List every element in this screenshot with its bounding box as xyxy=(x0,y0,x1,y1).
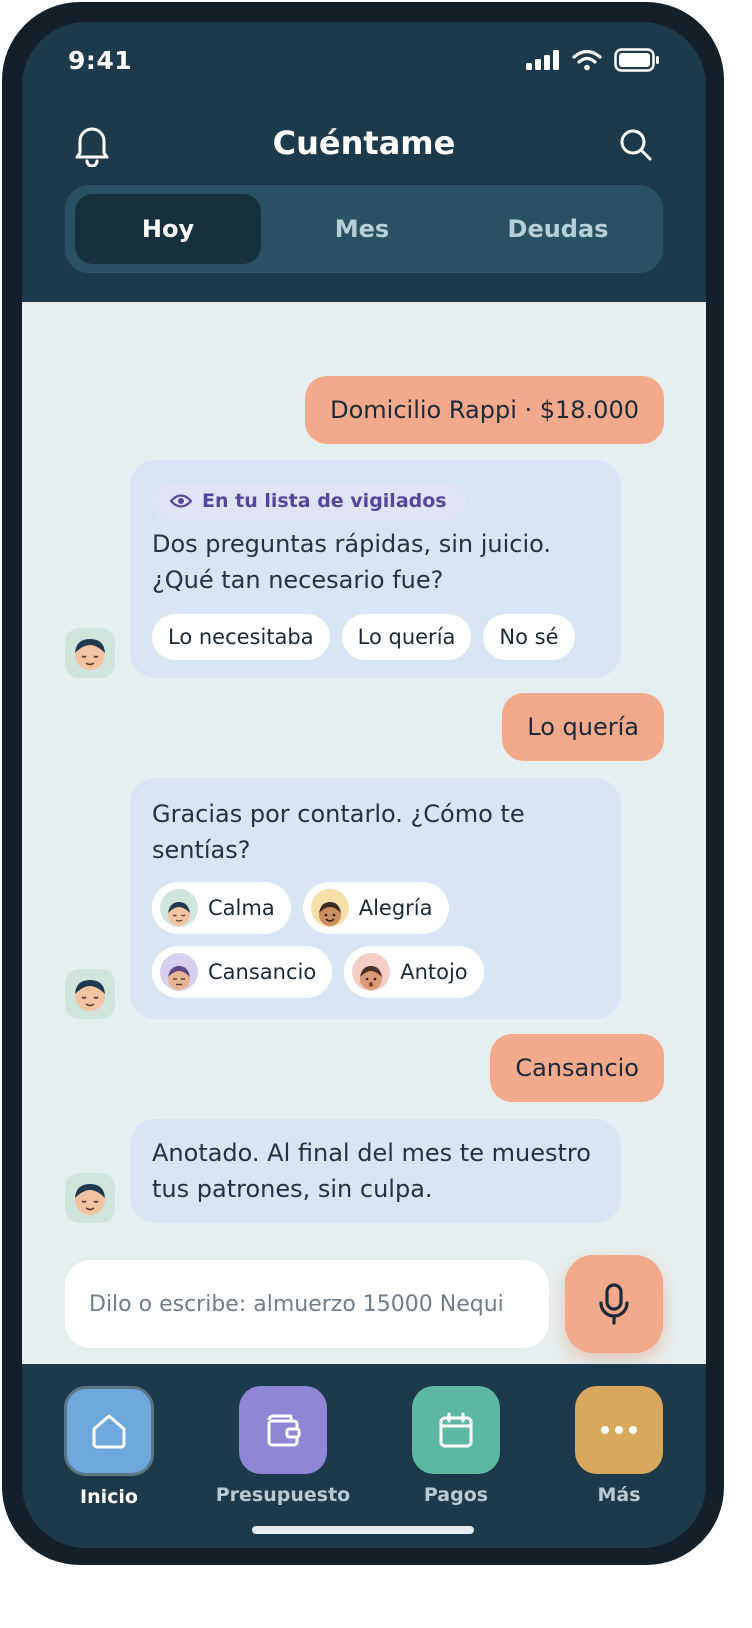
option-antojo-label: Antojo xyxy=(400,960,468,984)
bot-avatar xyxy=(65,628,115,678)
page-title: Cuéntame xyxy=(272,124,456,162)
signal-icon xyxy=(526,50,559,70)
app-header: Cuéntame xyxy=(22,102,706,192)
nav-pagos-label: Pagos xyxy=(423,1484,489,1506)
expense-input[interactable] xyxy=(87,1290,531,1318)
wifi-icon xyxy=(572,49,602,71)
status-bar: 9:41 xyxy=(22,22,706,102)
option-alegria-label: Alegría xyxy=(358,896,433,920)
nav-inicio-label: Inicio xyxy=(80,1486,138,1508)
option-no-se[interactable]: No sé xyxy=(483,614,575,660)
option-calma-label: Calma xyxy=(208,896,275,920)
bot-message-text: Gracias por contarlo. ¿Cómo te sentías? xyxy=(152,800,525,864)
calendar-icon xyxy=(439,1412,473,1448)
option-lo-queria[interactable]: Lo quería xyxy=(341,614,472,660)
user-message: Lo quería xyxy=(502,693,664,761)
home-indicator[interactable] xyxy=(252,1526,474,1534)
watchlist-label: En tu lista de vigilados xyxy=(202,490,447,512)
bot-message: Anotado. Al final del mes te muestro tus… xyxy=(130,1119,621,1223)
microphone-icon xyxy=(599,1283,629,1325)
home-icon xyxy=(92,1414,126,1449)
bot-avatar xyxy=(65,1173,115,1223)
bot-avatar xyxy=(65,969,115,1019)
nav-presupuesto-label: Presupuesto xyxy=(215,1484,351,1506)
status-icons xyxy=(526,48,660,72)
tab-hoy[interactable]: Hoy xyxy=(75,194,261,264)
option-alegria[interactable]: Alegría xyxy=(302,882,449,934)
nav-mas[interactable]: Más xyxy=(549,1386,689,1506)
mood-options: Calma Alegría Cansancio Antojo xyxy=(152,882,599,998)
user-message: Cansancio xyxy=(490,1034,664,1102)
necessity-options: Lo necesitaba Lo quería No sé xyxy=(152,614,599,660)
face-avatar-icon xyxy=(75,639,105,670)
nav-mas-button[interactable] xyxy=(575,1386,663,1474)
watchlist-badge: En tu lista de vigilados xyxy=(152,482,465,520)
period-tabs: Hoy Mes Deudas xyxy=(65,185,663,273)
battery-icon xyxy=(614,48,659,72)
mic-button[interactable] xyxy=(565,1255,663,1353)
status-time: 9:41 xyxy=(68,46,133,75)
nav-inicio[interactable]: Inicio xyxy=(39,1386,179,1508)
nav-inicio-button[interactable] xyxy=(64,1386,154,1476)
tired-face-icon xyxy=(160,953,198,991)
nav-mas-label: Más xyxy=(597,1484,641,1506)
search-button[interactable] xyxy=(613,122,659,168)
craving-face-icon xyxy=(352,953,391,991)
search-icon xyxy=(620,129,652,161)
eye-icon xyxy=(170,494,192,508)
bot-message: Gracias por contarlo. ¿Cómo te sentías? … xyxy=(130,778,621,1019)
bot-message: En tu lista de vigilados Dos preguntas r… xyxy=(130,460,621,678)
bot-message-text: Anotado. Al final del mes te muestro tus… xyxy=(152,1139,591,1203)
bottom-nav: Inicio Presupuesto Pagos Más xyxy=(22,1364,706,1548)
face-avatar-icon xyxy=(75,1184,105,1215)
calm-face-icon xyxy=(160,889,198,927)
nav-presupuesto[interactable]: Presupuesto xyxy=(213,1386,353,1506)
expense-input-container xyxy=(65,1260,549,1348)
tab-deudas[interactable]: Deudas xyxy=(465,194,651,264)
option-cansancio-label: Cansancio xyxy=(208,960,317,984)
screen: 9:41 Cuéntame Hoy Mes Deudas Domicilio R… xyxy=(22,22,706,1548)
tab-mes[interactable]: Mes xyxy=(269,194,455,264)
happy-face-icon xyxy=(310,889,349,927)
option-antojo[interactable]: Antojo xyxy=(344,946,484,998)
more-icon xyxy=(601,1426,637,1434)
user-message: Domicilio Rappi · $18.000 xyxy=(305,376,664,444)
wallet-icon xyxy=(267,1414,301,1447)
bot-message-text: Dos preguntas rápidas, sin juicio. ¿Qué … xyxy=(152,530,552,594)
nav-presupuesto-button[interactable] xyxy=(239,1386,327,1474)
nav-pagos[interactable]: Pagos xyxy=(386,1386,526,1506)
phone-frame: 9:41 Cuéntame Hoy Mes Deudas Domicilio R… xyxy=(2,2,724,1565)
option-calma[interactable]: Calma xyxy=(152,882,291,934)
nav-pagos-button[interactable] xyxy=(412,1386,500,1474)
option-lo-necesitaba[interactable]: Lo necesitaba xyxy=(152,614,330,660)
face-avatar-icon xyxy=(75,980,105,1011)
option-cansancio[interactable]: Cansancio xyxy=(152,946,333,998)
